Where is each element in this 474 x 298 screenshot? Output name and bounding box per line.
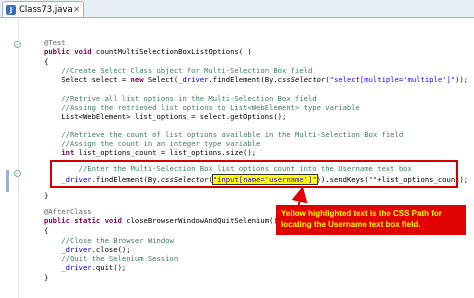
callout-note: Yellow highlighted text is the CSS Path … — [276, 205, 466, 235]
callout-arrow — [291, 186, 308, 219]
callout-text: Yellow highlighted text is the CSS Path … — [281, 209, 442, 229]
